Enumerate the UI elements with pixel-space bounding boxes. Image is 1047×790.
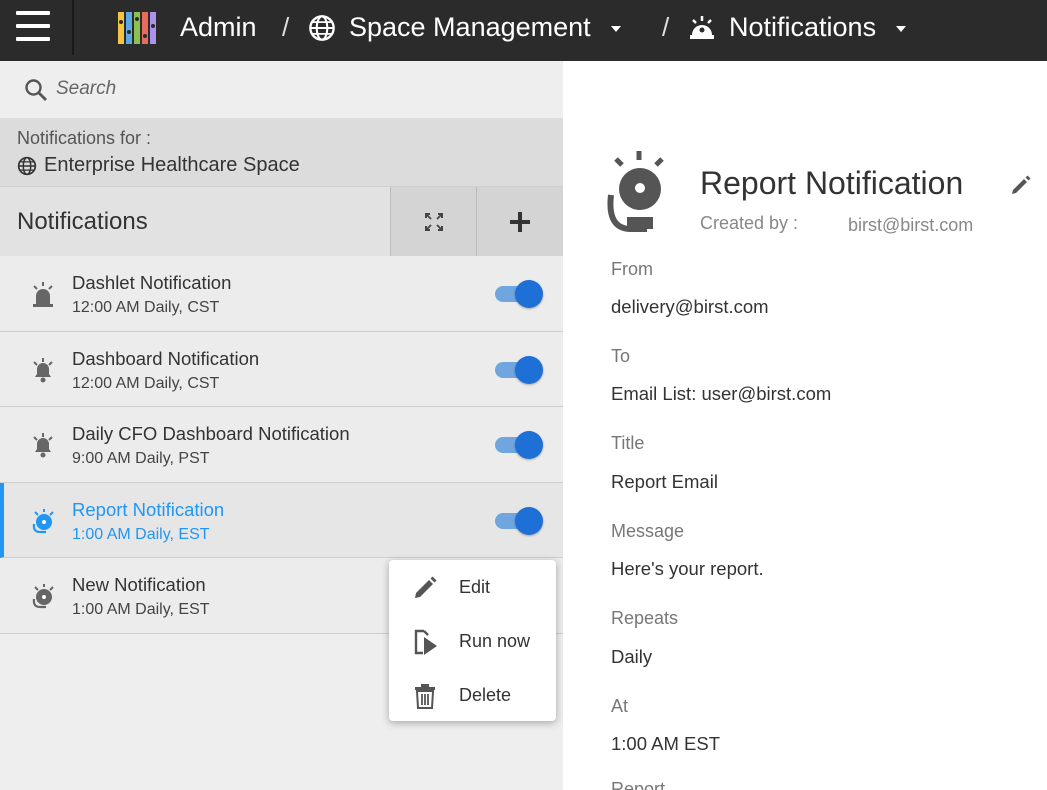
notification-name: New Notification (72, 574, 206, 595)
notification-name: Dashlet Notification (72, 272, 232, 293)
notification-name: Daily CFO Dashboard Notification (72, 423, 350, 444)
created-by-label: Created by : (700, 213, 799, 233)
from-label: From (611, 259, 653, 279)
repeats-value: Daily (611, 646, 653, 667)
breadcrumb-separator: / (662, 12, 670, 42)
expand-button[interactable] (390, 187, 476, 257)
notifications-for-label: Notifications for : (17, 128, 152, 148)
created-by-value: birst@birst.com (848, 215, 974, 235)
hamburger-menu-icon[interactable] (14, 9, 52, 47)
add-notification-button[interactable] (476, 187, 563, 257)
trash-icon (415, 684, 435, 709)
breadcrumb-space-management-label: Space Management (349, 12, 591, 42)
to-label: To (611, 346, 631, 366)
notifications-header: Notifications (0, 186, 563, 257)
pencil-icon (415, 576, 437, 598)
siren-icon (33, 282, 53, 307)
notification-name: Dashboard Notification (72, 347, 260, 369)
space-name: Enterprise Healthcare Space (44, 154, 300, 176)
breadcrumb-admin-label: Admin (180, 12, 257, 42)
notification-schedule: 12:00 AM Daily, CST (72, 374, 220, 392)
report-alarm-icon (32, 584, 54, 609)
from-value: delivery@birst.com (611, 296, 769, 317)
breadcrumb-notifications[interactable]: Notifications (687, 0, 907, 55)
search-icon (25, 79, 47, 101)
context-menu: Edit Run now Delete (389, 560, 556, 721)
to-value: Email List: user@birst.com (611, 383, 832, 404)
pencil-icon[interactable] (1009, 173, 1033, 197)
notification-schedule: 9:00 AM Daily, PST (72, 450, 210, 467)
repeats-label: Repeats (611, 608, 679, 628)
enable-toggle[interactable] (495, 280, 543, 308)
globe-icon (17, 156, 37, 175)
globe-icon (309, 14, 335, 41)
chevron-down-icon (610, 25, 621, 32)
birst-logo-icon[interactable] (117, 10, 157, 46)
breadcrumb-separator: / (282, 12, 290, 42)
message-value: Here's your report. (611, 558, 764, 579)
delete-menu-item[interactable]: Delete (389, 668, 556, 722)
notification-schedule: 1:00 AM Daily, EST (72, 525, 210, 543)
title-value: Report Email (611, 471, 718, 492)
bell-icon (33, 357, 53, 382)
top-bar: Admin / Space Management / Notifications (0, 0, 1047, 61)
notification-schedule: 1:00 AM Daily, EST (72, 601, 210, 618)
notification-schedule: 12:00 AM Daily, CST (72, 299, 220, 316)
search-input[interactable] (56, 75, 536, 103)
run-now-label: Run now (459, 631, 531, 651)
at-value: 1:00 AM EST (611, 733, 720, 754)
list-item[interactable]: Daily CFO Dashboard Notification 9:00 AM… (0, 407, 563, 483)
detail-title: Report Notification (700, 165, 964, 201)
bell-icon (33, 433, 53, 458)
message-label: Message (611, 521, 685, 541)
breadcrumb-space-management[interactable]: Space Management (308, 0, 621, 55)
enable-toggle[interactable] (495, 431, 543, 459)
space-row: Enterprise Healthcare Space (17, 154, 300, 177)
run-now-menu-item[interactable]: Run now (389, 614, 556, 668)
expand-icon (424, 213, 443, 231)
notification-name: Report Notification (72, 498, 225, 520)
notification-detail-panel: Report Notification Created by : birst@b… (563, 61, 1047, 790)
enable-toggle[interactable] (495, 506, 543, 535)
at-label: At (611, 696, 629, 716)
search-bar (0, 61, 563, 118)
list-item[interactable]: Dashboard Notification 12:00 AM Daily, C… (0, 331, 563, 407)
breadcrumb-admin[interactable]: Admin (180, 0, 257, 55)
edit-menu-item[interactable]: Edit (389, 560, 556, 614)
report-label: Report (611, 779, 666, 790)
list-item-selected[interactable]: Report Notification 1:00 AM Daily, EST (0, 482, 563, 558)
enable-toggle[interactable] (495, 355, 543, 384)
plus-icon (510, 212, 530, 232)
delete-label: Delete (459, 685, 512, 705)
notification-alarm-icon (690, 15, 714, 39)
notifications-for-panel: Notifications for : Enterprise Healthcar… (0, 118, 563, 186)
title-label: Title (611, 433, 645, 453)
report-alarm-icon (607, 151, 664, 232)
report-alarm-icon (32, 508, 54, 533)
breadcrumb-notifications-label: Notifications (729, 12, 877, 42)
chevron-down-icon (896, 25, 907, 32)
run-now-icon (414, 629, 437, 655)
divider (72, 0, 74, 55)
list-item[interactable]: Dashlet Notification 12:00 AM Daily, CST (0, 256, 563, 332)
edit-label: Edit (459, 577, 491, 597)
section-title: Notifications (17, 208, 148, 235)
